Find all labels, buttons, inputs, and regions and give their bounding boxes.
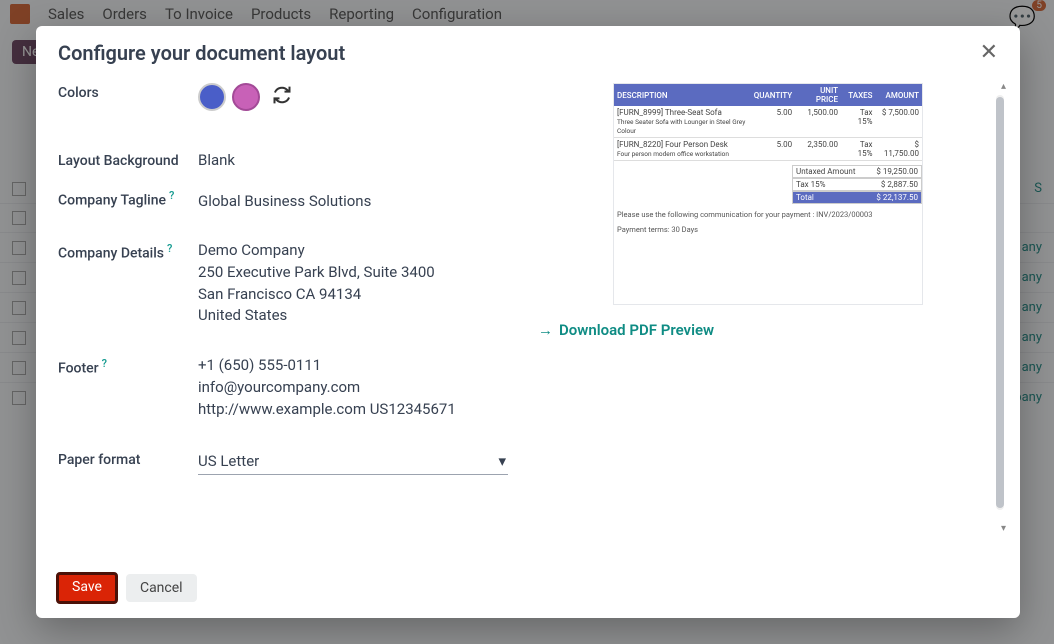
footer-value[interactable]: +1 (650) 555-0111 info@yourcompany.com h…	[198, 355, 518, 420]
company-tagline-label: Company Tagline?	[58, 187, 198, 209]
paper-format-label: Paper format	[58, 450, 198, 468]
scroll-up-arrow[interactable]: ▴	[1001, 81, 1006, 92]
company-details-value[interactable]: Demo Company 250 Executive Park Blvd, Su…	[198, 240, 518, 327]
cancel-button[interactable]: Cancel	[126, 574, 197, 602]
secondary-color-swatch[interactable]	[232, 83, 260, 111]
help-icon[interactable]: ?	[102, 357, 107, 370]
company-tagline-value[interactable]: Global Business Solutions	[198, 187, 518, 210]
close-icon[interactable]: ✕	[980, 40, 998, 65]
modal-title: Configure your document layout	[58, 41, 345, 65]
layout-background-value[interactable]: Blank	[198, 151, 518, 169]
download-pdf-link[interactable]: → Download PDF Preview	[538, 321, 998, 339]
layout-background-label: Layout Background	[58, 151, 198, 169]
help-icon[interactable]: ?	[167, 242, 172, 255]
document-layout-modal: Configure your document layout ✕ Colors …	[36, 26, 1020, 618]
refresh-colors-icon[interactable]	[272, 85, 292, 110]
arrow-right-icon: →	[538, 321, 553, 339]
document-preview: DESCRIPTION QUANTITY UNIT PRICE TAXES AM…	[613, 83, 923, 305]
paper-format-select[interactable]: US Letter ▾	[198, 450, 508, 475]
primary-color-swatch[interactable]	[198, 83, 226, 111]
modal-scrollbar[interactable]	[996, 95, 1004, 510]
colors-label: Colors	[58, 83, 198, 101]
company-details-label: Company Details?	[58, 240, 198, 262]
chevron-down-icon: ▾	[498, 452, 506, 470]
save-button[interactable]: Save	[58, 574, 116, 602]
scroll-down-arrow[interactable]: ▾	[1001, 523, 1006, 534]
help-icon[interactable]: ?	[169, 189, 174, 202]
footer-label: Footer?	[58, 355, 198, 377]
